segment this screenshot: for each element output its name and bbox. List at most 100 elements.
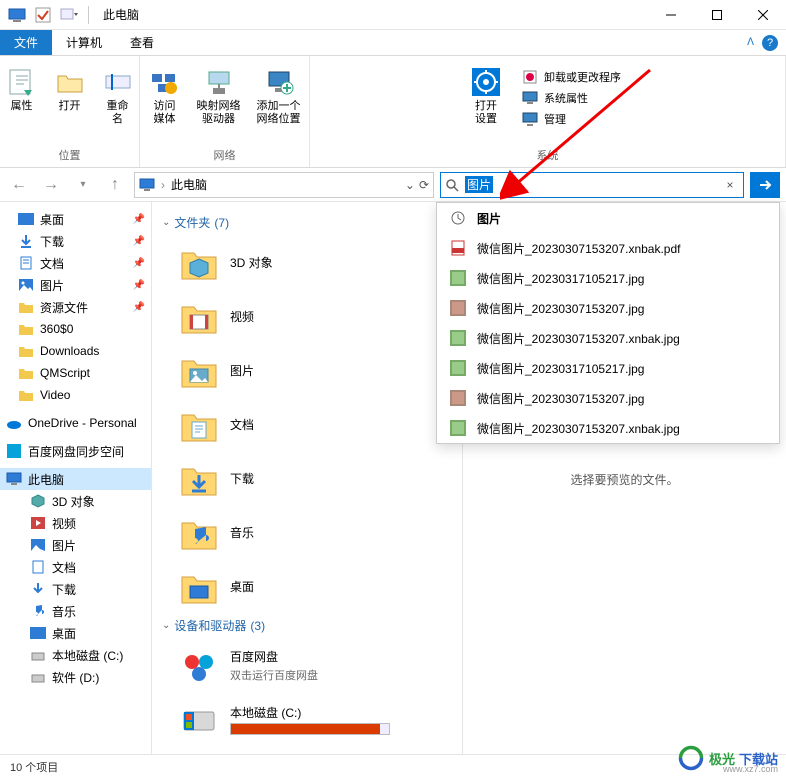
- nav-back-button[interactable]: ←: [6, 172, 32, 198]
- address-text: 此电脑: [171, 176, 207, 193]
- tree-softd[interactable]: 软件 (D:): [0, 666, 151, 688]
- tree-pictures2[interactable]: 图片: [0, 534, 151, 556]
- file-list: ⌄ 文件夹 (7) 3D 对象 视频 图片 文档 下载: [152, 202, 462, 756]
- uninstall-icon: [522, 69, 538, 85]
- monitor-icon: [522, 90, 538, 106]
- history-icon: [449, 209, 467, 227]
- properties-button[interactable]: 属性: [2, 64, 42, 115]
- search-result-item[interactable]: 微信图片_20230307153207.xnbak.pdf: [437, 233, 779, 263]
- tree-resourcefiles[interactable]: 资源文件📌: [0, 296, 151, 318]
- address-bar[interactable]: › 此电脑 ⌄ ⟳: [134, 172, 434, 198]
- search-input[interactable]: 图片: [465, 176, 493, 193]
- maximize-button[interactable]: [694, 0, 740, 30]
- open-button[interactable]: 打开: [50, 64, 90, 115]
- tab-file[interactable]: 文件: [0, 30, 52, 55]
- watermark: 极光下载站 www.xz7.com: [677, 744, 778, 772]
- ribbon-collapse-icon[interactable]: ᐱ: [747, 37, 754, 48]
- image-icon: [449, 389, 467, 407]
- uninstall-programs-button[interactable]: 卸载或更改程序: [520, 68, 623, 86]
- folder-downloads[interactable]: 下载: [152, 451, 462, 505]
- tree-videos[interactable]: 视频: [0, 512, 151, 534]
- help-icon[interactable]: ?: [762, 35, 778, 51]
- search-clear-button[interactable]: ×: [721, 178, 739, 192]
- window-title: 此电脑: [97, 6, 139, 23]
- map-drive-button[interactable]: 映射网络 驱动器: [193, 64, 245, 128]
- search-result-item[interactable]: 微信图片_20230317105217.jpg: [437, 353, 779, 383]
- nav-up-button[interactable]: ↑: [102, 172, 128, 198]
- image-icon: [449, 299, 467, 317]
- refresh-icon[interactable]: ⟳: [419, 178, 429, 192]
- search-result-item[interactable]: 微信图片_20230307153207.xnbak.jpg: [437, 413, 779, 443]
- tab-computer[interactable]: 计算机: [52, 30, 116, 55]
- folder-desktop[interactable]: 桌面: [152, 559, 462, 613]
- tree-onedrive[interactable]: OneDrive - Personal: [0, 412, 151, 434]
- system-properties-button[interactable]: 系统属性: [520, 89, 623, 107]
- tab-view[interactable]: 查看: [116, 30, 168, 55]
- drive-usage-bar: [230, 723, 390, 735]
- tree-pictures[interactable]: 图片📌: [0, 274, 151, 296]
- image-icon: [449, 269, 467, 287]
- folder-music[interactable]: 音乐: [152, 505, 462, 559]
- tree-documents[interactable]: 文档📌: [0, 252, 151, 274]
- rename-button[interactable]: 重命名: [98, 64, 138, 128]
- search-icon: [445, 178, 459, 192]
- tree-thispc[interactable]: 此电脑: [0, 468, 151, 490]
- manage-button[interactable]: 管理: [520, 110, 623, 128]
- tree-downloads-en[interactable]: Downloads: [0, 340, 151, 362]
- image-icon: [449, 329, 467, 347]
- tree-video-en[interactable]: Video: [0, 384, 151, 406]
- search-go-button[interactable]: [750, 172, 780, 198]
- ribbon-tabs: 文件 计算机 查看 ᐱ ?: [0, 30, 786, 56]
- address-dropdown-icon[interactable]: ⌄: [405, 178, 415, 192]
- tree-music[interactable]: 音乐: [0, 600, 151, 622]
- search-result-item[interactable]: 微信图片_20230307153207.xnbak.jpg: [437, 323, 779, 353]
- close-button[interactable]: [740, 0, 786, 30]
- nav-tree: 桌面📌 下载📌 文档📌 图片📌 资源文件📌 360$0 Downloads QM…: [0, 202, 152, 756]
- drive-localc[interactable]: 本地磁盘 (C:): [152, 692, 462, 746]
- qat-checkbox-icon[interactable]: [32, 4, 54, 26]
- folder-videos[interactable]: 视频: [152, 289, 462, 343]
- add-network-location-button[interactable]: 添加一个 网络位置: [253, 64, 305, 128]
- titlebar: 此电脑: [0, 0, 786, 30]
- image-icon: [449, 419, 467, 437]
- ribbon-group-location: 位置: [59, 145, 81, 167]
- tree-downloads2[interactable]: 下载: [0, 578, 151, 600]
- tree-documents2[interactable]: 文档: [0, 556, 151, 578]
- drive-baidu[interactable]: 百度网盘 双击运行百度网盘: [152, 638, 462, 692]
- qat-thispc-icon[interactable]: [6, 4, 28, 26]
- tree-qmscript[interactable]: QMScript: [0, 362, 151, 384]
- search-result-item[interactable]: 微信图片_20230317105217.jpg: [437, 263, 779, 293]
- manage-icon: [522, 111, 538, 127]
- chevron-down-icon: ⌄: [162, 620, 170, 631]
- tree-360s0[interactable]: 360$0: [0, 318, 151, 340]
- status-bar: 10 个项目: [0, 754, 786, 778]
- address-search-row: ← → ▾ ↑ › 此电脑 ⌄ ⟳ 图片 × 图片 微信图片_202303071…: [0, 168, 786, 202]
- search-result-item[interactable]: 微信图片_20230307153207.jpg: [437, 293, 779, 323]
- thispc-icon: [139, 178, 155, 192]
- ribbon: 属性 打开 重命名 位置 访问媒体 映射网络 驱动器: [0, 56, 786, 168]
- tree-desktop[interactable]: 桌面📌: [0, 208, 151, 230]
- minimize-button[interactable]: [648, 0, 694, 30]
- qat-dropdown-icon[interactable]: [58, 4, 80, 26]
- ribbon-group-network: 网络: [214, 145, 236, 167]
- folder-documents[interactable]: 文档: [152, 397, 462, 451]
- tree-baidu-sync[interactable]: 百度网盘同步空间: [0, 440, 151, 462]
- pdf-icon: [449, 239, 467, 257]
- tree-downloads[interactable]: 下载📌: [0, 230, 151, 252]
- status-text: 10 个项目: [10, 759, 58, 775]
- section-folders[interactable]: ⌄ 文件夹 (7): [152, 210, 462, 235]
- tree-desktop2[interactable]: 桌面: [0, 622, 151, 644]
- access-media-button[interactable]: 访问媒体: [145, 64, 185, 128]
- search-suggestion-heading[interactable]: 图片: [437, 203, 779, 233]
- chevron-down-icon: ⌄: [162, 217, 170, 228]
- tree-3dobjects[interactable]: 3D 对象: [0, 490, 151, 512]
- search-box[interactable]: 图片 ×: [440, 172, 744, 198]
- folder-3dobjects[interactable]: 3D 对象: [152, 235, 462, 289]
- tree-localc[interactable]: 本地磁盘 (C:): [0, 644, 151, 666]
- section-drives[interactable]: ⌄ 设备和驱动器 (3): [152, 613, 462, 638]
- open-settings-button[interactable]: 打开 设置: [466, 64, 506, 128]
- folder-pictures[interactable]: 图片: [152, 343, 462, 397]
- nav-recent-button[interactable]: ▾: [70, 172, 96, 198]
- search-result-item[interactable]: 微信图片_20230307153207.jpg: [437, 383, 779, 413]
- nav-forward-button[interactable]: →: [38, 172, 64, 198]
